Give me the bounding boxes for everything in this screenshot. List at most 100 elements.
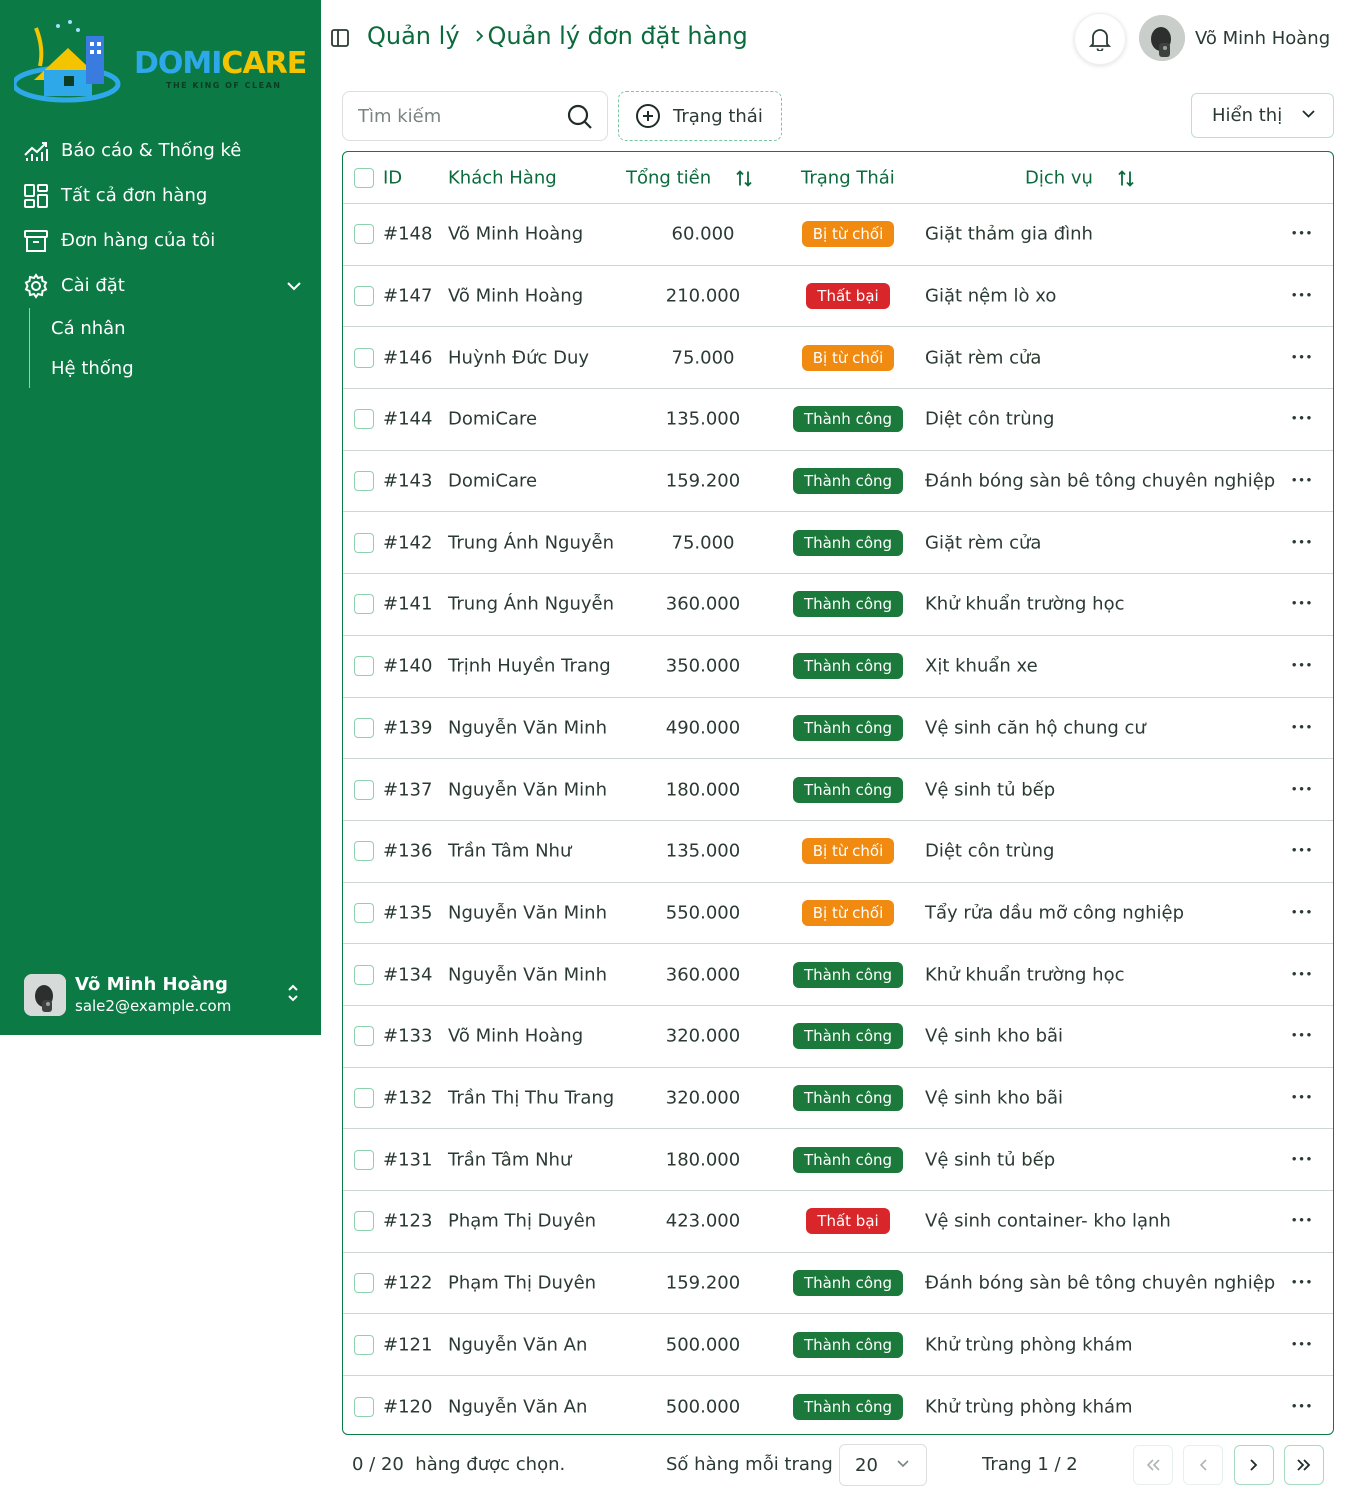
sidebar-item-reports[interactable]: Báo cáo & Thống kê — [0, 128, 321, 173]
domicare-logo[interactable]: DOMICARE THE KING OF CLEAN — [14, 18, 309, 110]
row-checkbox[interactable] — [354, 409, 374, 430]
row-checkbox[interactable] — [354, 471, 374, 492]
row-actions-more-icon[interactable]: ••• — [1291, 1216, 1313, 1227]
table-row[interactable]: #132 Trần Thị Thu Trang 320.000 Thành công V… — [343, 1068, 1333, 1130]
table-row[interactable]: #142 Trung Ánh Nguyễn 75.000 Thành công Giặt… — [343, 512, 1333, 575]
row-checkbox[interactable] — [354, 286, 374, 307]
table-row[interactable]: #140 Trịnh Huyền Trang 350.000 Thành công Xị… — [343, 636, 1333, 698]
row-actions-more-icon[interactable]: ••• — [1291, 1401, 1313, 1412]
row-actions-more-icon[interactable]: ••• — [1291, 969, 1313, 980]
row-actions-more-icon[interactable]: ••• — [1291, 599, 1313, 610]
row-checkbox[interactable] — [354, 841, 374, 862]
row-checkbox[interactable] — [354, 594, 374, 615]
header-user-menu[interactable]: Võ Minh Hoàng — [1139, 15, 1330, 61]
status-cell: Thành công — [783, 468, 913, 495]
status-filter-button[interactable]: Trạng thái — [618, 91, 782, 141]
row-checkbox[interactable] — [354, 656, 374, 677]
row-actions-more-icon[interactable]: ••• — [1291, 661, 1313, 672]
last-page-button[interactable] — [1284, 1445, 1324, 1485]
sidebar-item-my-orders[interactable]: Đơn hàng của tôi — [0, 218, 321, 263]
row-checkbox[interactable] — [354, 1211, 374, 1232]
display-options-button[interactable]: Hiển thị — [1191, 93, 1334, 138]
row-actions-more-icon[interactable]: ••• — [1291, 1092, 1313, 1103]
row-actions-more-icon[interactable]: ••• — [1291, 1154, 1313, 1165]
sidebar-toggle-icon[interactable] — [330, 28, 350, 48]
table-row[interactable]: #120 Nguyễn Văn An 500.000 Thành công Khử tr… — [343, 1376, 1333, 1434]
status-badge: Thành công — [792, 1270, 904, 1297]
row-actions-more-icon[interactable]: ••• — [1291, 352, 1313, 363]
first-page-button[interactable] — [1133, 1445, 1173, 1485]
row-actions-more-icon[interactable]: ••• — [1291, 229, 1313, 240]
sort-icon[interactable] — [735, 169, 753, 187]
row-checkbox[interactable] — [354, 532, 374, 553]
status-badge: Thành công — [792, 591, 904, 618]
row-checkbox[interactable] — [354, 1334, 374, 1355]
prev-page-button[interactable] — [1183, 1445, 1223, 1485]
row-checkbox[interactable] — [354, 902, 374, 923]
row-actions-more-icon[interactable]: ••• — [1291, 907, 1313, 918]
row-checkbox[interactable] — [354, 1396, 374, 1417]
row-actions-more-icon[interactable]: ••• — [1291, 291, 1313, 302]
row-actions-more-icon[interactable]: ••• — [1291, 1339, 1313, 1350]
row-checkbox[interactable] — [354, 1273, 374, 1294]
breadcrumb-root[interactable]: Quản lý — [367, 22, 460, 50]
status-cell: Thành công — [783, 1331, 913, 1358]
row-actions-more-icon[interactable]: ••• — [1291, 784, 1313, 795]
notification-button[interactable] — [1074, 13, 1126, 65]
table-row[interactable]: #144 DomiCare 135.000 Thành công Diệt côn tr… — [343, 389, 1333, 451]
table-row[interactable]: #133 Võ Minh Hoàng 320.000 Thành công Vệ sin… — [343, 1006, 1333, 1068]
row-actions-more-icon[interactable]: ••• — [1291, 1278, 1313, 1289]
row-checkbox[interactable] — [354, 224, 374, 245]
table-row[interactable]: #137 Nguyễn Văn Minh 180.000 Thành công Vệ s… — [343, 759, 1333, 821]
table-row[interactable]: #139 Nguyễn Văn Minh 490.000 Thành công Vệ s… — [343, 698, 1333, 760]
row-actions-more-icon[interactable]: ••• — [1291, 846, 1313, 857]
rows-per-page-select[interactable]: 20 — [839, 1444, 927, 1486]
service-name: Đánh bóng sàn bê tông chuyên nghiệp — [925, 1272, 1276, 1294]
row-checkbox[interactable] — [354, 717, 374, 738]
sidebar-subitem-system[interactable]: Hệ thống — [51, 348, 321, 388]
row-checkbox[interactable] — [354, 1149, 374, 1170]
table-row[interactable]: #121 Nguyễn Văn An 500.000 Thành công Khử tr… — [343, 1314, 1333, 1377]
order-id: #121 — [383, 1334, 433, 1356]
row-checkbox[interactable] — [354, 779, 374, 800]
row-actions-more-icon[interactable]: ••• — [1291, 414, 1313, 425]
search-icon[interactable] — [567, 104, 593, 134]
sidebar-item-settings[interactable]: Cài đặt — [0, 263, 321, 308]
sidebar-user-menu[interactable]: Võ Minh Hoàng sale2@example.com — [24, 970, 309, 1020]
chevron-right-icon — [475, 26, 484, 47]
row-checkbox[interactable] — [354, 964, 374, 985]
chevron-down-icon[interactable] — [287, 275, 301, 296]
sort-icon[interactable] — [1117, 169, 1135, 187]
table-row[interactable]: #141 Trung Ánh Nguyễn 360.000 Thành công Khử… — [343, 574, 1333, 636]
customer-name: Trung Ánh Nguyễn — [448, 593, 614, 615]
sidebar-subitem-personal[interactable]: Cá nhân — [51, 308, 321, 348]
table-row[interactable]: #146 Huỳnh Đức Duy 75.000 Bị từ chối Giặt rè… — [343, 327, 1333, 390]
select-all-checkbox[interactable] — [354, 167, 374, 188]
row-actions-more-icon[interactable]: ••• — [1291, 722, 1313, 733]
col-total[interactable]: Tổng tiền — [626, 167, 753, 188]
sidebar-item-all-orders[interactable]: Tất cả đơn hàng — [0, 173, 321, 218]
col-service[interactable]: Dịch vụ — [1025, 167, 1135, 188]
table-row[interactable]: #148 Võ Minh Hoàng 60.000 Bị từ chối Giặt th… — [343, 204, 1333, 266]
row-actions-more-icon[interactable]: ••• — [1291, 1031, 1313, 1042]
table-row[interactable]: #122 Phạm Thị Duyên 159.200 Thành công Đánh … — [343, 1253, 1333, 1315]
table-row[interactable]: #143 DomiCare 159.200 Thành công Đánh bóng s… — [343, 451, 1333, 513]
table-row[interactable]: #135 Nguyễn Văn Minh 550.000 Bị từ chối Tẩy … — [343, 883, 1333, 945]
table-row[interactable]: #136 Trần Tâm Như 135.000 Bị từ chối Diệt cô… — [343, 821, 1333, 883]
row-checkbox[interactable] — [354, 347, 374, 368]
table-row[interactable]: #123 Phạm Thị Duyên 423.000 Thất bại Vệ sinh… — [343, 1191, 1333, 1253]
row-actions-more-icon[interactable]: ••• — [1291, 476, 1313, 487]
row-actions-more-icon[interactable]: ••• — [1291, 537, 1313, 548]
order-id: #120 — [383, 1396, 433, 1418]
table-row[interactable]: #131 Trần Tâm Như 180.000 Thành công Vệ sinh… — [343, 1129, 1333, 1191]
row-checkbox[interactable] — [354, 1087, 374, 1108]
table-row[interactable]: #134 Nguyễn Văn Minh 360.000 Thành công Khử … — [343, 944, 1333, 1006]
row-checkbox[interactable] — [354, 1026, 374, 1047]
logo-wordmark: DOMICARE — [134, 46, 307, 81]
next-page-button[interactable] — [1234, 1445, 1274, 1485]
bell-icon — [1089, 29, 1111, 51]
service-name: Diệt côn trùng — [925, 840, 1055, 862]
search-input[interactable] — [358, 105, 553, 127]
table-row[interactable]: #147 Võ Minh Hoàng 210.000 Thất bại Giặt nệm… — [343, 266, 1333, 328]
status-badge: Bị từ chối — [801, 221, 895, 248]
